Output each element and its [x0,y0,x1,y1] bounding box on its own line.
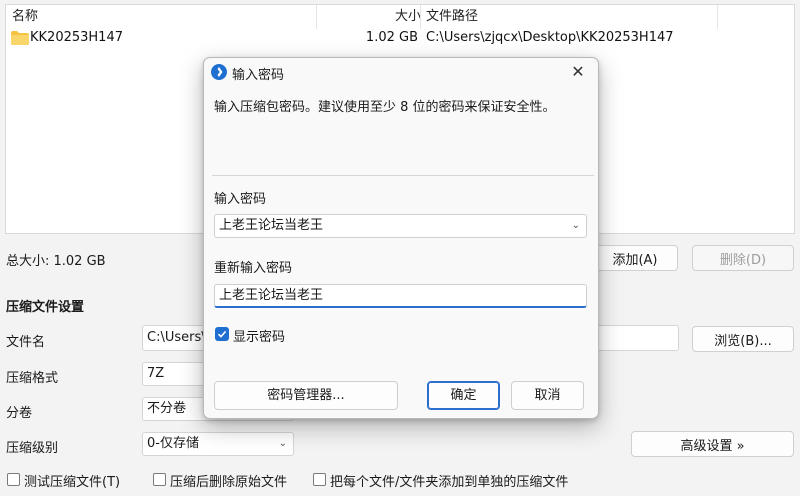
app-icon [211,64,227,80]
total-size-label: 总大小: 1.02 GB [6,254,106,269]
show-password-checkbox[interactable] [215,327,229,341]
advanced-settings-button[interactable]: 高级设置 » [631,431,794,457]
password-combo[interactable]: 上老王论坛当老王 ⌄ [214,214,587,238]
dialog-description: 输入压缩包密码。建议使用至少 8 位的密码来保证安全性。 [214,100,556,115]
column-header-size[interactable]: 大小 [395,5,421,29]
column-header-path[interactable]: 文件路径 [426,5,478,29]
split-label: 分卷 [6,406,33,421]
level-value: 0-仅存储 [147,436,199,451]
confirm-password-input[interactable]: 上老王论坛当老王 [214,284,587,308]
password-label: 输入密码 [214,192,267,207]
separate-archives-checkbox[interactable] [313,473,326,486]
file-path: C:\Users\zjqcx\Desktop\KK20253H147 [426,30,674,45]
test-archive-checkbox[interactable] [7,473,20,486]
format-value: 7Z [147,366,165,381]
format-label: 压缩格式 [6,371,59,386]
separate-archives-label[interactable]: 把每个文件/文件夹添加到单独的压缩文件 [330,471,568,490]
column-divider[interactable] [316,5,317,29]
ok-button[interactable]: 确定 [427,381,500,410]
filename-label: 文件名 [6,335,46,350]
level-select[interactable]: 0-仅存储 ⌄ [142,432,294,456]
close-icon[interactable]: ✕ [566,60,590,84]
split-value: 不分卷 [147,401,187,416]
test-archive-label[interactable]: 测试压缩文件(T) [24,471,120,490]
chevron-down-icon: ⌄ [278,438,287,449]
chevron-down-icon[interactable]: ⌄ [572,215,580,237]
confirm-password-label: 重新输入密码 [214,261,293,276]
show-password-label[interactable]: 显示密码 [233,326,285,345]
password-manager-button[interactable]: 密码管理器... [214,381,398,410]
dialog-title: 输入密码 [232,68,285,83]
browse-button[interactable]: 浏览(B)... [692,326,794,352]
delete-after-label[interactable]: 压缩后删除原始文件 [170,471,287,490]
add-button[interactable]: 添加(A) [592,245,678,271]
column-divider[interactable] [420,5,421,29]
column-divider[interactable] [717,5,718,29]
divider [212,175,594,176]
delete-button[interactable]: 删除(D) [692,245,794,271]
check-icon [217,330,227,338]
password-value: 上老王论坛当老王 [219,218,324,233]
folder-icon [11,31,29,45]
column-header-name[interactable]: 名称 [12,5,38,29]
level-label: 压缩级别 [6,441,59,456]
section-title: 压缩文件设置 [6,300,85,315]
delete-after-checkbox[interactable] [153,473,166,486]
app-logo-icon [217,67,223,77]
file-size: 1.02 GB [365,30,418,45]
table-row[interactable]: KK20253H147 1.02 GB C:\Users\zjqcx\Deskt… [6,27,794,49]
cancel-button[interactable]: 取消 [511,381,584,410]
password-dialog: 输入密码 ✕ 输入压缩包密码。建议使用至少 8 位的密码来保证安全性。 输入密码… [203,57,599,419]
file-name: KK20253H147 [30,30,123,45]
